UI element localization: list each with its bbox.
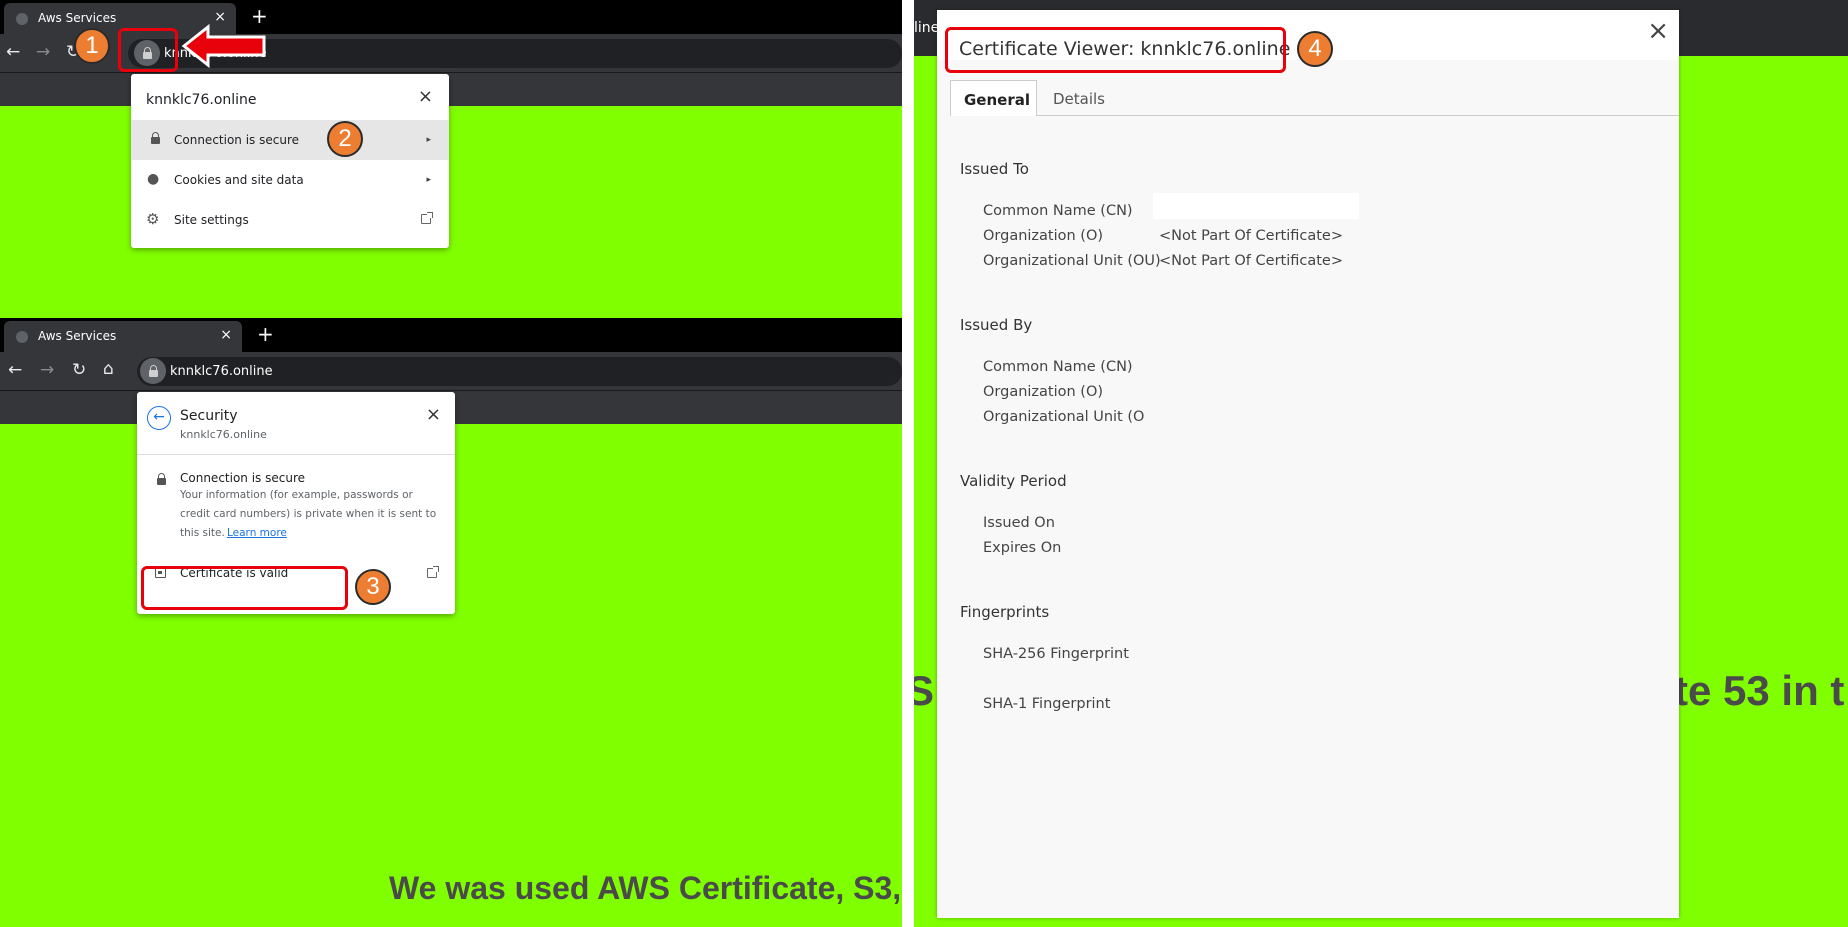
learn-more-link[interactable]: Learn more	[227, 527, 287, 539]
cookie-icon: ●	[147, 171, 160, 187]
lock-icon	[157, 473, 166, 485]
certificate-viewer-dialog: Certificate Viewer: knnklc76.online × Ge…	[937, 10, 1679, 918]
validity-heading: Validity Period	[960, 472, 1067, 490]
step-badge-2: 2	[327, 121, 363, 157]
popup-site-name: knnklc76.online	[146, 92, 257, 108]
url-text: knnklc76.online	[170, 364, 273, 379]
field-label: Expires On	[983, 540, 1062, 556]
chevron-right-icon: ▸	[426, 135, 431, 145]
cookies-item[interactable]: ● Cookies and site data ▸	[131, 160, 449, 200]
field-label: Common Name (CN)	[983, 359, 1133, 375]
browser-window-bottom: Aws Services × + ← → ↻ ⌂ knnklc76.online…	[0, 318, 902, 927]
back-circle-icon[interactable]: ←	[147, 406, 171, 430]
new-tab-button[interactable]: +	[257, 322, 274, 346]
highlight-box-1	[118, 28, 178, 72]
separator	[902, 0, 914, 927]
address-bar[interactable]: knnklc76.online	[137, 357, 902, 386]
field-value: <Not Part Of Certificate>	[1159, 228, 1343, 244]
close-icon[interactable]: ×	[418, 86, 433, 107]
connection-heading: Connection is secure	[180, 471, 306, 485]
connection-desc-3: this site.	[180, 527, 225, 539]
tab-title: Aws Services	[38, 11, 117, 25]
chevron-right-icon: ▸	[426, 175, 431, 185]
globe-icon	[16, 13, 28, 25]
highlight-box-4	[945, 27, 1286, 73]
divider	[137, 454, 455, 455]
close-icon[interactable]: ×	[1647, 16, 1669, 46]
step-badge-1: 1	[74, 28, 110, 64]
lock-icon	[151, 132, 160, 144]
connection-desc-2: credit card numbers) is private when it …	[180, 508, 437, 520]
tab-details[interactable]: Details	[1053, 90, 1105, 108]
arrow-icon	[181, 24, 266, 68]
tab-close-icon[interactable]: ×	[220, 327, 232, 343]
fingerprints-heading: Fingerprints	[960, 603, 1050, 621]
tab-title: Aws Services	[38, 329, 117, 343]
back-button[interactable]: ←	[6, 42, 20, 62]
tab-close-icon[interactable]: ×	[214, 9, 226, 25]
site-settings-item[interactable]: ⚙ Site settings	[131, 200, 449, 240]
site-info-popup: knnklc76.online × Connection is secure ▸…	[131, 74, 449, 248]
menu-item-label: Cookies and site data	[174, 173, 304, 187]
site-info-button[interactable]	[140, 358, 166, 384]
reload-button[interactable]: ↻	[72, 360, 86, 380]
issued-to-heading: Issued To	[960, 160, 1029, 178]
field-label: SHA-256 Fingerprint	[983, 646, 1129, 662]
connection-desc-1: Your information (for example, passwords…	[180, 489, 413, 501]
redacted-value	[1153, 193, 1359, 219]
external-link-icon[interactable]	[427, 566, 439, 578]
certificate-viewer-screen: line S C te 53 in t Certificate Viewer: …	[914, 0, 1848, 927]
back-button[interactable]: ←	[8, 360, 22, 380]
home-icon[interactable]: ⌂	[103, 359, 114, 379]
close-icon[interactable]: ×	[426, 404, 441, 425]
field-value: <Not Part Of Certificate>	[1159, 253, 1343, 269]
tab-label: General	[964, 91, 1030, 109]
gear-icon: ⚙	[146, 210, 160, 228]
globe-icon	[16, 331, 28, 343]
background-tab-text: line	[914, 20, 940, 36]
browser-tab[interactable]: Aws Services ×	[4, 321, 242, 352]
field-label: Organizational Unit (OU)	[983, 253, 1161, 269]
field-label: Organization (O)	[983, 384, 1104, 400]
popup-site: knnklc76.online	[180, 428, 267, 441]
forward-button[interactable]: →	[36, 42, 50, 62]
field-label: SHA-1 Fingerprint	[983, 696, 1111, 712]
lock-icon	[149, 365, 158, 377]
page-heading-text-right: te 53 in t	[1674, 667, 1845, 714]
page-heading-text: We was used AWS Certificate, S3,	[389, 870, 902, 906]
tab-divider	[1037, 115, 1679, 116]
popup-title: Security	[180, 408, 238, 424]
highlight-box-3	[141, 566, 348, 610]
issued-by-heading: Issued By	[960, 316, 1033, 334]
tab-general[interactable]: General	[950, 80, 1037, 116]
field-label: Organizational Unit (O	[983, 409, 1145, 425]
connection-secure-item[interactable]: Connection is secure ▸	[131, 120, 449, 160]
field-label: Issued On	[983, 515, 1055, 531]
field-label: Common Name (CN)	[983, 203, 1133, 219]
step-badge-4: 4	[1297, 31, 1333, 67]
field-label: Organization (O)	[983, 228, 1104, 244]
menu-item-label: Site settings	[174, 213, 249, 227]
forward-button[interactable]: →	[40, 360, 54, 380]
step-badge-3: 3	[355, 569, 391, 605]
external-link-icon	[421, 212, 433, 224]
browser-window-top: Aws Services × + ← → ↻ knnklc76.online k…	[0, 0, 902, 318]
menu-item-label: Connection is secure	[174, 133, 300, 147]
